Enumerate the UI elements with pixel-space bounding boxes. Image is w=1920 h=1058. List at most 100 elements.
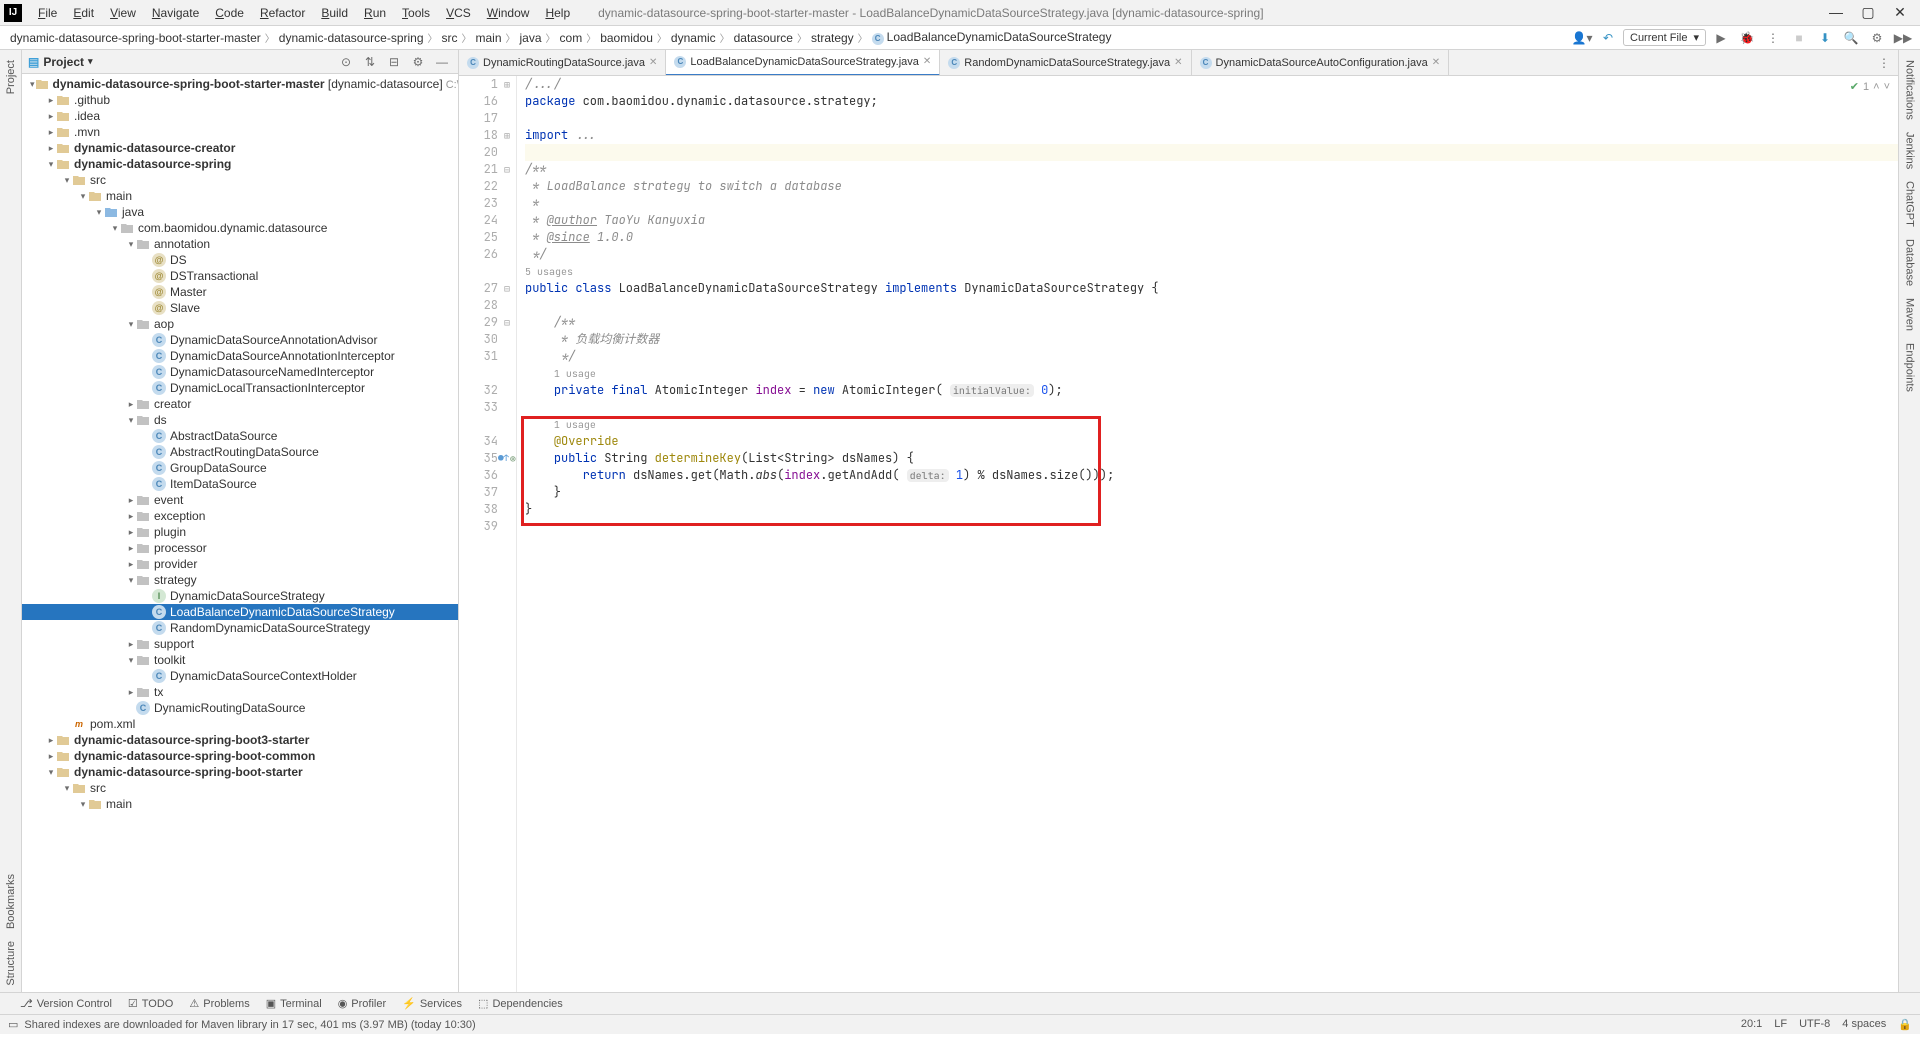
code-line[interactable] (525, 144, 1898, 161)
tree-item[interactable]: ▾src (22, 172, 458, 188)
line-separator[interactable]: LF (1774, 1018, 1787, 1031)
status-icon[interactable]: ▭ (8, 1018, 18, 1031)
code-line[interactable]: /** (525, 161, 1898, 178)
gutter-line[interactable]: 31 (459, 348, 516, 365)
tree-item[interactable]: ▾dynamic-datasource-spring-boot-starter (22, 764, 458, 780)
run-anything-icon[interactable]: ▶▶ (1892, 27, 1914, 49)
breadcrumb-item[interactable]: main (472, 31, 506, 45)
menu-tools[interactable]: Tools (394, 0, 438, 26)
code-line[interactable]: return dsNames.get(Math.abs(index.getAnd… (525, 467, 1898, 484)
gutter-line[interactable]: 1⊞ (459, 76, 516, 93)
tree-item[interactable]: ▾toolkit (22, 652, 458, 668)
code-line[interactable]: * @since 1.0.0 (525, 229, 1898, 246)
code-line[interactable] (525, 110, 1898, 127)
gutter-line[interactable]: 20 (459, 144, 516, 161)
gutter-line[interactable]: 29⊟ (459, 314, 516, 331)
search-icon[interactable]: 🔍 (1840, 27, 1862, 49)
gutter-line[interactable] (459, 263, 516, 280)
breadcrumb-item[interactable]: com (556, 31, 587, 45)
tree-item[interactable]: @DSTransactional (22, 268, 458, 284)
editor-tab[interactable]: CRandomDynamicDataSourceStrategy.java✕ (940, 50, 1191, 76)
code-line[interactable]: /** (525, 314, 1898, 331)
code-line[interactable]: } (525, 484, 1898, 501)
tree-item[interactable]: ▾com.baomidou.dynamic.datasource (22, 220, 458, 236)
tree-item[interactable]: ▸plugin (22, 524, 458, 540)
editor-tab[interactable]: CDynamicRoutingDataSource.java✕ (459, 50, 666, 76)
editor-gutter[interactable]: 1⊞161718⊞2021⊟222324252627⊟2829⊟30313233… (459, 76, 517, 992)
tree-item[interactable]: IDynamicDataSourceStrategy (22, 588, 458, 604)
settings-icon[interactable]: ⚙ (1866, 27, 1888, 49)
tree-item[interactable]: CDynamicDatasourceNamedInterceptor (22, 364, 458, 380)
tree-item[interactable]: ▸dynamic-datasource-spring-boot-common (22, 748, 458, 764)
gutter-line[interactable]: 22 (459, 178, 516, 195)
editor-tab[interactable]: CDynamicDataSourceAutoConfiguration.java… (1192, 50, 1450, 76)
code-line[interactable]: private final AtomicInteger index = new … (525, 382, 1898, 399)
gutter-line[interactable]: 33 (459, 399, 516, 416)
tree-item[interactable]: mpom.xml (22, 716, 458, 732)
tree-item[interactable]: CGroupDataSource (22, 460, 458, 476)
close-tab-icon[interactable]: ✕ (1174, 57, 1182, 68)
code-line[interactable]: public class LoadBalanceDynamicDataSourc… (525, 280, 1898, 297)
code-line[interactable]: * 负载均衡计数器 (525, 331, 1898, 348)
menu-navigate[interactable]: Navigate (144, 0, 207, 26)
tree-item[interactable]: ▸support (22, 636, 458, 652)
settings-gear-icon[interactable]: ⚙ (408, 52, 428, 72)
tree-item[interactable]: ▾src (22, 780, 458, 796)
code-line[interactable]: */ (525, 348, 1898, 365)
gutter-line[interactable]: 36 (459, 467, 516, 484)
maximize-button[interactable]: ▢ (1852, 4, 1884, 21)
tree-item[interactable]: ▾java (22, 204, 458, 220)
code-line[interactable]: } (525, 501, 1898, 518)
gutter-line[interactable]: 18⊞ (459, 127, 516, 144)
menu-build[interactable]: Build (313, 0, 356, 26)
gutter-line[interactable]: 32 (459, 382, 516, 399)
gutter-line[interactable]: 39 (459, 518, 516, 535)
tree-item[interactable]: ▸creator (22, 396, 458, 412)
code-area[interactable]: /.../package com.baomidou.dynamic.dataso… (517, 76, 1898, 992)
code-line[interactable]: 1 usage (525, 416, 1898, 433)
code-line[interactable]: public String determineKey(List<String> … (525, 450, 1898, 467)
tree-item[interactable]: ▸provider (22, 556, 458, 572)
indent[interactable]: 4 spaces (1842, 1018, 1886, 1031)
tree-item[interactable]: ▾dynamic-datasource-spring (22, 156, 458, 172)
bottom-tab-version-control[interactable]: ⎇Version Control (20, 997, 112, 1010)
hide-panel-icon[interactable]: — (432, 52, 452, 72)
close-button[interactable]: ✕ (1884, 4, 1916, 21)
gutter-line[interactable]: 27⊟ (459, 280, 516, 297)
chevron-down-icon[interactable]: ˅ (1884, 81, 1890, 93)
database-tool-button[interactable]: Database (1902, 233, 1918, 292)
breadcrumb-item[interactable]: baomidou (596, 31, 657, 45)
readonly-lock-icon[interactable]: 🔒 (1898, 1018, 1912, 1031)
gutter-line[interactable] (459, 365, 516, 382)
bottom-tab-todo[interactable]: ☑TODO (128, 997, 173, 1010)
code-line[interactable]: 5 usages (525, 263, 1898, 280)
menu-help[interactable]: Help (537, 0, 578, 26)
run-button[interactable]: ▶ (1710, 27, 1732, 49)
tree-item[interactable]: CLoadBalanceDynamicDataSourceStrategy (22, 604, 458, 620)
code-line[interactable]: package com.baomidou.dynamic.datasource.… (525, 93, 1898, 110)
breadcrumb-item[interactable]: strategy (807, 31, 858, 45)
menu-vcs[interactable]: VCS (438, 0, 479, 26)
user-icon[interactable]: 👤▾ (1571, 27, 1593, 49)
tree-item[interactable]: ▾annotation (22, 236, 458, 252)
tree-item[interactable]: @DS (22, 252, 458, 268)
code-line[interactable]: @Override (525, 433, 1898, 450)
menu-code[interactable]: Code (207, 0, 252, 26)
back-icon[interactable]: ↶ (1597, 27, 1619, 49)
gutter-line[interactable]: 24 (459, 212, 516, 229)
menu-edit[interactable]: Edit (65, 0, 102, 26)
encoding[interactable]: UTF-8 (1799, 1018, 1830, 1031)
tree-item[interactable]: CRandomDynamicDataSourceStrategy (22, 620, 458, 636)
tree-item[interactable]: CDynamicRoutingDataSource (22, 700, 458, 716)
maven-tool-button[interactable]: Maven (1902, 292, 1918, 337)
tree-item[interactable]: CDynamicDataSourceContextHolder (22, 668, 458, 684)
menu-refactor[interactable]: Refactor (252, 0, 313, 26)
bookmarks-tool-button[interactable]: Bookmarks (3, 868, 19, 935)
breadcrumb-item[interactable]: dynamic-datasource-spring-boot-starter-m… (6, 31, 265, 45)
gutter-line[interactable]: 23 (459, 195, 516, 212)
project-tool-button[interactable]: Project (3, 54, 19, 100)
tree-item[interactable]: CItemDataSource (22, 476, 458, 492)
bottom-tab-profiler[interactable]: ◉Profiler (338, 997, 386, 1010)
editor-body[interactable]: 1⊞161718⊞2021⊟222324252627⊟2829⊟30313233… (459, 76, 1898, 992)
menu-window[interactable]: Window (479, 0, 538, 26)
